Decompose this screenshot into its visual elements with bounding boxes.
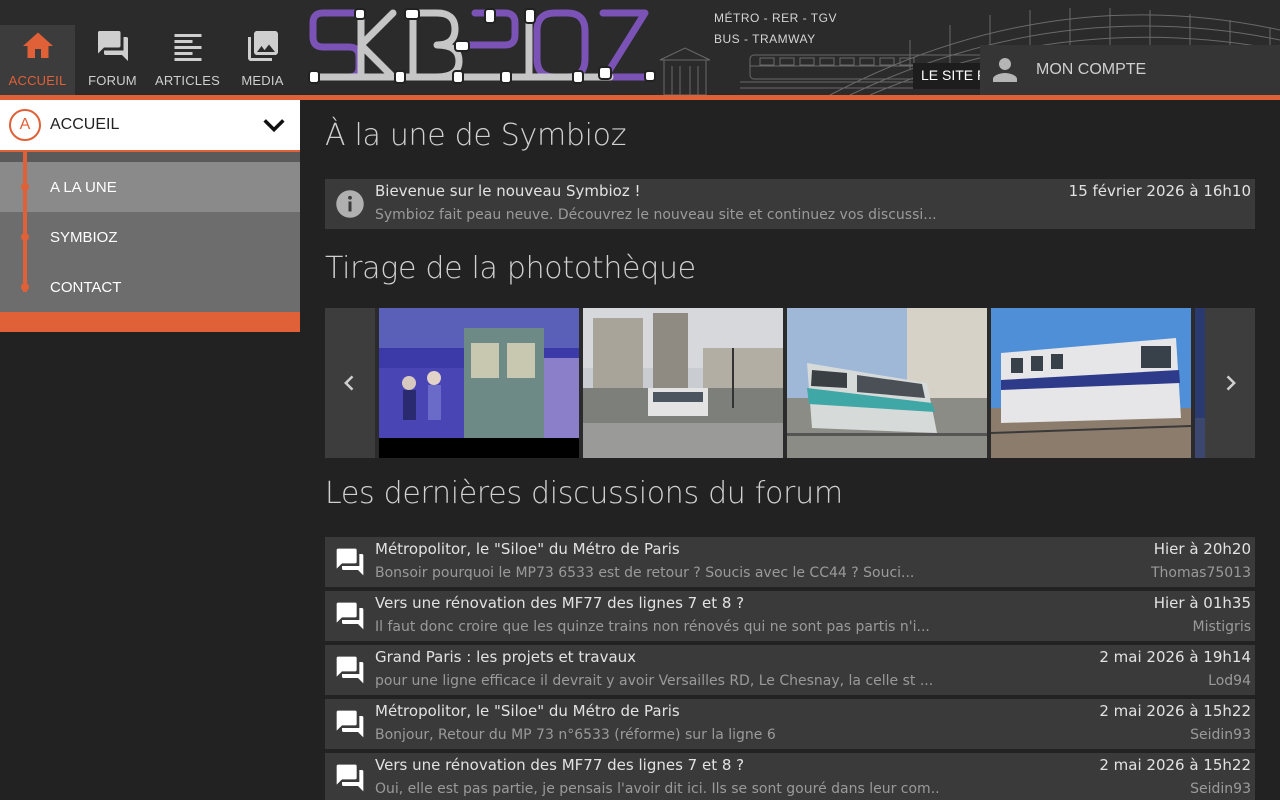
tagline-line-1: MÉTRO - RER - TGV [714,11,837,25]
forum-thread-row[interactable]: Vers une rénovation des MF77 des lignes … [325,753,1255,800]
thread-title: Métropolitor, le "Siloe" du Métro de Par… [375,702,680,720]
news-card[interactable]: Bievenue sur le nouveau Symbioz ! Symbio… [325,179,1255,229]
section-select-label: ACCUEIL [50,116,120,133]
home-icon [22,32,53,58]
photo-image [379,308,579,458]
chevron-left-icon [344,375,354,391]
sidebar-item-symbioz[interactable]: SYMBIOZ [0,212,300,262]
photo-image [583,308,783,458]
thread-author[interactable]: Seidin93 [1190,781,1251,797]
thread-date: 2 mai 2026 à 19h14 [1099,648,1251,666]
thread-author[interactable]: Lod94 [1208,673,1251,689]
tramway-photo[interactable] [787,308,987,458]
menu-dot [21,183,29,191]
forum-title: Les dernières discussions du forum [325,476,843,511]
sidebar-item-label: A LA UNE [50,178,117,196]
media-icon [247,31,278,61]
nav-articles[interactable]: ARTICLES [150,25,225,95]
thread-title: Vers une rénovation des MF77 des lignes … [375,594,745,612]
forum-icon [336,764,364,792]
forum-icon [336,548,364,576]
section-badge: A [9,109,41,141]
thread-excerpt: Bonsoir pourquoi le MP73 6533 est de ret… [375,565,915,581]
sidebar-item-a-la-une[interactable]: A LA UNE [0,162,300,212]
info-icon [336,190,364,218]
thread-author[interactable]: Mistigris [1193,619,1251,635]
nav-label: FORUM [88,73,137,88]
chevron-down-icon [263,119,285,133]
thread-author[interactable]: Thomas75013 [1151,565,1251,581]
rer-train-photo[interactable] [991,308,1191,458]
sidebar-item-label: SYMBIOZ [50,228,118,246]
nav-forum[interactable]: FORUM [75,25,150,95]
forum-icon [336,656,364,684]
nav-label: ARTICLES [155,73,220,88]
photo-image [991,308,1191,458]
headline-title: À la une de Symbioz [325,118,627,153]
photo-gallery [325,308,1255,458]
forum-thread-row[interactable]: Métropolitor, le "Siloe" du Métro de Par… [325,537,1255,587]
nav-accueil[interactable]: ACCUEIL [0,25,75,95]
menu-rail [23,152,27,292]
articles-icon [174,34,201,61]
thread-title: Métropolitor, le "Siloe" du Métro de Par… [375,540,680,558]
sidebar-item-label: CONTACT [50,278,122,296]
menu-top-strip [0,152,300,162]
section-select[interactable]: A ACCUEIL [0,100,300,150]
account-label: MON COMPTE [1036,61,1147,78]
photo-image [787,308,987,458]
thread-excerpt: Oui, elle est pas partie, je pensais l'a… [375,781,940,797]
site-tagline: MÉTRO - RER - TGV BUS - TRAMWAY [714,8,837,50]
news-excerpt: Symbioz fait peau neuve. Découvrez le no… [375,207,937,223]
thread-date: Hier à 01h35 [1153,594,1251,612]
menu-dot [21,283,29,291]
thread-author[interactable]: Seidin93 [1190,727,1251,743]
gallery-title: Tirage de la photothèque [325,251,696,286]
news-title: Bievenue sur le nouveau Symbioz ! [375,182,641,200]
sidebar: A ACCUEIL A LA UNE SYMBIOZ CONTACT [0,100,300,800]
forum-thread-row[interactable]: Grand Paris : les projets et travaux pou… [325,645,1255,695]
chevron-right-icon [1226,375,1236,391]
forum-icon [97,31,128,61]
news-date: 15 février 2026 à 16h10 [1068,182,1251,200]
forum-thread-row[interactable]: Vers une rénovation des MF77 des lignes … [325,591,1255,641]
nav-label: ACCUEIL [8,73,67,88]
nav-label: MEDIA [241,73,284,88]
thread-excerpt: Bonjour, Retour du MP 73 n°6533 (réforme… [375,727,776,743]
thread-excerpt: Il faut donc croire que les quinze train… [375,619,930,635]
tagline-line-2: BUS - TRAMWAY [714,32,816,46]
thread-title: Grand Paris : les projets et travaux [375,648,637,666]
gallery-prev-button[interactable] [325,308,375,458]
menu-dot [21,233,29,241]
sidebar-accent-bar [0,312,300,332]
forum-icon [336,710,364,738]
forum-icon [336,602,364,630]
thread-date: 2 mai 2026 à 15h22 [1099,702,1251,720]
thread-title: Vers une rénovation des MF77 des lignes … [375,756,745,774]
top-navigation: ACCUEIL FORUM ARTICLES MEDIA [0,25,300,95]
user-icon [993,58,1017,82]
sidebar-item-contact[interactable]: CONTACT [0,262,300,312]
nav-media[interactable]: MEDIA [225,25,300,95]
site-header: ACCUEIL FORUM ARTICLES MEDIA MÉTRO - RER… [0,0,1280,95]
forum-thread-row[interactable]: Métropolitor, le "Siloe" du Métro de Par… [325,699,1255,749]
bus-station-photo[interactable] [583,308,783,458]
metro-platform-photo[interactable] [379,308,579,458]
account-button[interactable]: MON COMPTE [980,45,1280,95]
main-content: À la une de Symbioz Bievenue sur le nouv… [300,100,1280,800]
gallery-next-button[interactable] [1205,308,1255,458]
symbioz-logo[interactable] [305,5,660,93]
thread-date: Hier à 20h20 [1153,540,1251,558]
sidebar-menu: A LA UNE SYMBIOZ CONTACT [0,152,300,312]
thread-date: 2 mai 2026 à 15h22 [1099,756,1251,774]
thread-excerpt: pour une ligne efficace il devrait y avo… [375,673,934,689]
